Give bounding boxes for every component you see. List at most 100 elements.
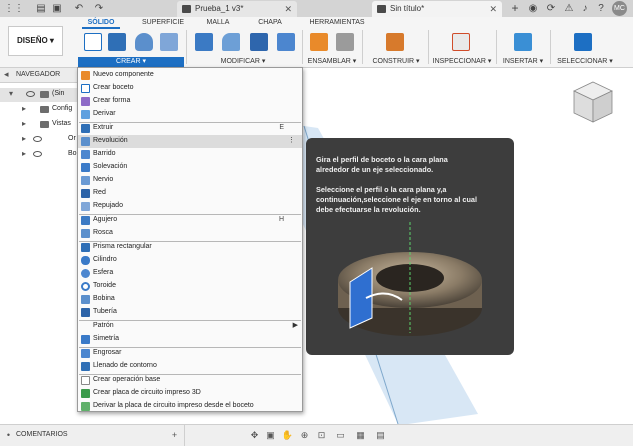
menu-item-derivar-placa[interactable]: Derivar la placa de circuito impreso des… [78,400,302,413]
menu-item-engrosar[interactable]: Engrosar [78,347,302,360]
workspace-switcher-button[interactable]: DISEÑO ▾ [8,26,63,56]
help-icon[interactable]: ? [594,2,608,15]
menu-item-placa-3d[interactable]: Crear placa de circuito impreso 3D [78,387,302,400]
eye-icon[interactable] [33,136,42,142]
redo-icon[interactable]: ↷ [92,2,106,15]
pin-icon[interactable]: • [2,429,15,441]
insertar-menu-button[interactable]: INSERTAR ▾ [500,57,546,67]
menu-item-bobina[interactable]: Bobina [78,293,302,306]
grid-icon[interactable]: ▦ [354,429,367,441]
construir-menu-button[interactable]: CONSTRUIR ▾ [368,57,424,67]
inspeccionar-menu-button[interactable]: INSPECCIONAR ▾ [432,57,492,67]
crear-menu-button[interactable]: CREAR ▾ [78,57,184,67]
menu-item-operacion-base[interactable]: Crear operación base [78,374,302,387]
job-status-icon[interactable]: ⟳ [544,2,558,15]
menu-item-revolucion[interactable]: Revolución ⋮ [78,135,302,148]
measure-icon[interactable] [452,33,470,51]
menu-item-tuberia[interactable]: Tubería [78,306,302,319]
browser-item-bodies[interactable]: ▸ Bo [0,148,78,162]
menu-item-solevacion[interactable]: Solevación [78,161,302,174]
save-icon[interactable]: ▣ [50,2,64,15]
look-at-icon[interactable]: ▣ [264,429,277,441]
tab-malla[interactable]: MALLA [203,17,233,29]
menu-item-red[interactable]: Red [78,187,302,200]
document-tab-prueba[interactable]: Prueba_1 v3* ✕ [177,1,297,17]
new-sketch-icon[interactable] [84,33,102,51]
menu-item-esfera[interactable]: Esfera [78,267,302,280]
expand-icon[interactable]: ▾ [9,89,13,98]
bell-icon[interactable]: ♪ [578,2,592,15]
undo-icon[interactable]: ↶ [72,2,86,15]
app-grid-icon[interactable]: ⋮⋮ [4,2,24,15]
tab-superficie[interactable]: SUPERFICIE [140,17,186,29]
seleccionar-menu-button[interactable]: SELECCIONAR ▾ [556,57,614,67]
hole-icon[interactable] [160,33,178,51]
expand-icon[interactable]: ▸ [22,134,26,143]
browser-item-vistas[interactable]: ▸ Vistas [0,118,78,132]
comments-panel[interactable]: • COMENTARIOS + [0,425,185,446]
menu-item-nuevo-componente[interactable]: Nuevo componente [78,69,302,82]
close-icon[interactable]: ✕ [489,1,497,17]
modificar-menu-button[interactable]: MODIFICAR ▾ [212,57,274,67]
avatar[interactable]: MC [612,1,627,16]
menu-item-extruir[interactable]: Extruir E [78,122,302,135]
offset-plane-icon[interactable] [386,33,404,51]
menu-item-derivar[interactable]: Derivar [78,108,302,121]
orbit-icon[interactable]: ✥ [248,429,261,441]
menu-item-prisma[interactable]: Prisma rectangular [78,241,302,254]
more-options-icon[interactable]: ⋮ [288,136,295,144]
document-tab-sin-titulo[interactable]: Sin título* ✕ [372,1,502,17]
new-component-icon[interactable] [310,33,328,51]
file-icon[interactable]: ▤ [34,2,48,15]
menu-item-crear-boceto[interactable]: Crear boceto [78,82,302,95]
browser-item-root[interactable]: ▾ (Sin [0,88,78,102]
extensions-icon[interactable]: ◉ [526,2,540,15]
chamfer-icon[interactable] [250,33,268,51]
fit-icon[interactable]: ⊡ [315,429,328,441]
collapse-icon[interactable]: ◂ [4,69,9,80]
tab-herramientas[interactable]: HERRAMIENTAS [307,17,367,29]
expand-icon[interactable]: ▸ [22,104,26,113]
zoom-icon[interactable]: ⊕ [298,429,311,441]
press-pull-icon[interactable] [195,33,213,51]
menu-item-repujado[interactable]: Repujado [78,200,302,213]
viewports-icon[interactable]: ▤ [374,429,387,441]
browser-header[interactable]: ◂ NAVEGADOR [0,68,78,83]
menu-item-patron[interactable]: Patrón ▶ [78,320,302,333]
tab-chapa[interactable]: CHAPA [255,17,285,29]
joint-icon[interactable] [336,33,354,51]
viewcube-icon[interactable] [568,78,618,128]
insert-image-icon[interactable] [514,33,532,51]
notifications-icon[interactable]: ⚠ [562,2,576,15]
tab-solido[interactable]: SÓLIDO [82,17,120,29]
tooltip-line: alrededor de un eje seleccionado. [316,165,434,174]
tooltip-line: Seleccione el perfil o la cara plana y,a [316,185,447,194]
select-icon[interactable] [574,33,592,51]
eye-icon[interactable] [33,151,42,157]
menu-item-agujero[interactable]: Agujero H [78,214,302,227]
revolve-icon[interactable] [135,33,153,51]
new-tab-icon[interactable]: + [508,2,522,15]
expand-icon[interactable]: ▸ [22,149,26,158]
close-icon[interactable]: ✕ [284,1,292,17]
ensamblar-menu-button[interactable]: ENSAMBLAR ▾ [306,57,358,67]
menu-item-barrido[interactable]: Barrido [78,148,302,161]
menu-item-toroide[interactable]: Toroide [78,280,302,293]
browser-item-config[interactable]: ▸ Config [0,103,78,117]
extrude-icon[interactable] [108,33,126,51]
expand-icon[interactable]: ▸ [22,119,26,128]
combine-icon[interactable] [277,33,295,51]
menu-item-nervio[interactable]: Nervio [78,174,302,187]
menu-item-simetria[interactable]: Simetría [78,333,302,346]
add-comment-icon[interactable]: + [168,429,181,441]
eye-icon[interactable] [26,91,35,97]
pan-icon[interactable]: ✋ [281,429,294,441]
menu-item-llenado-contorno[interactable]: Llenado de contorno [78,360,302,373]
menu-item-cilindro[interactable]: Cilindro [78,254,302,267]
menu-item-crear-forma[interactable]: Crear forma [78,95,302,108]
torus-icon [81,282,90,291]
menu-item-rosca[interactable]: Rosca [78,227,302,240]
browser-item-origen[interactable]: ▸ Or [0,133,78,147]
display-settings-icon[interactable]: ▭ [334,429,347,441]
fillet-icon[interactable] [222,33,240,51]
